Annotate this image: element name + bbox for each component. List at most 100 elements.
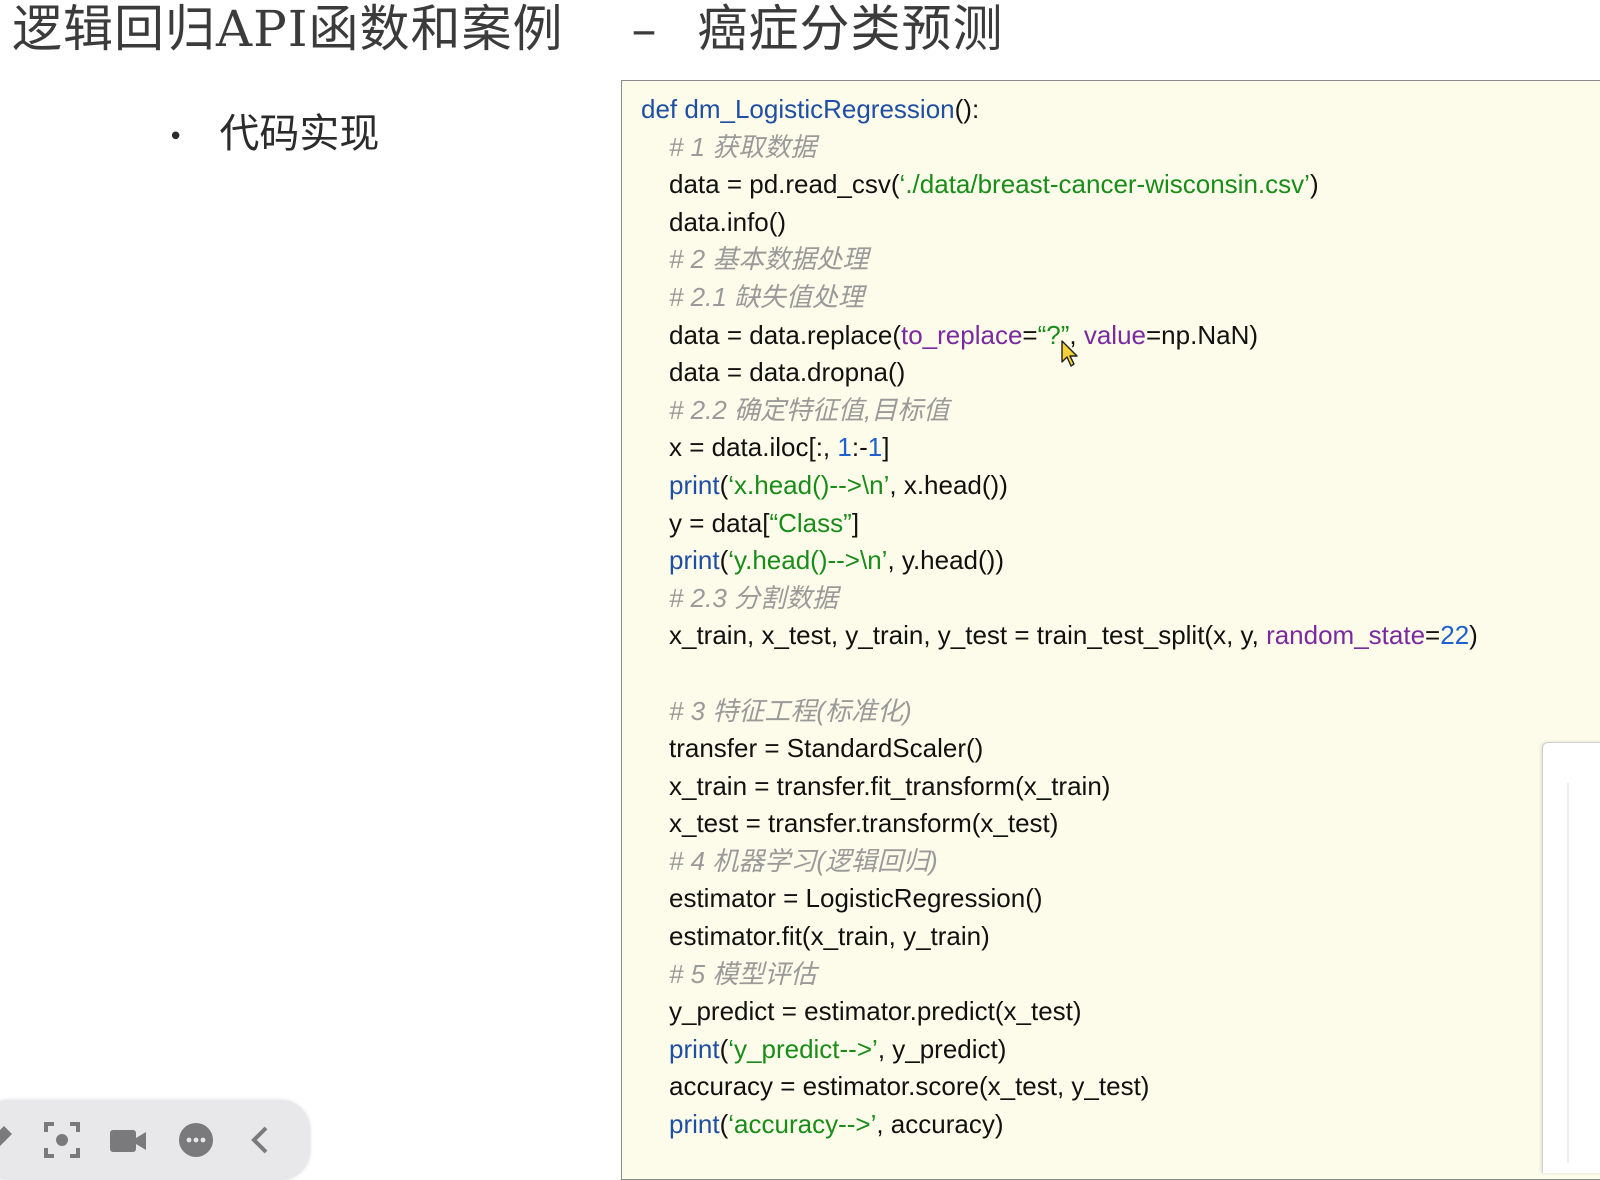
code-token: ) [1469,620,1478,651]
code-token: # 2.2 确定特征值,目标值 [669,394,950,425]
code-line: # 2 基本数据处理 [641,241,1478,279]
code-token: dm_LogisticRegression [684,94,955,124]
code-line: # 5 模型评估 [641,956,1478,994]
code-token: :- [851,432,868,463]
code-token: , y.head()) [887,545,1004,576]
code-token: 1 [867,432,883,463]
code-token: =np.NaN) [1146,319,1258,350]
code-token: ‘y.head()-->\n’ [728,545,888,576]
code-token: , x.head()) [889,469,1008,500]
code-token: ( [719,1109,729,1140]
code-line: x_train = transfer.fit_transform(x_train… [641,768,1478,806]
code-token: = [1022,319,1038,350]
code-token: “Class” [769,507,852,538]
code-line: # 3 特征工程(标准化) [641,693,1478,731]
floating-toolbar [0,1100,310,1180]
code-token: print [669,1033,720,1064]
code-line: # 2.3 分割数据 [641,580,1478,618]
code-token: 1 [837,432,852,463]
code-line: transfer = StandardScaler() [641,730,1478,768]
screenshot-icon[interactable] [42,1120,82,1160]
code-line: print(‘x.head()-->\n’, x.head()) [641,467,1478,505]
code-line: data.info() [641,204,1478,242]
code-token: ( [719,469,729,500]
code-panel: def dm_LogisticRegression(): # 1 获取数据 data… [621,80,1600,1180]
code-line: x_test = transfer.transform(x_test) [641,805,1478,843]
code-token: data.info() [669,206,787,237]
chat-icon[interactable] [176,1120,216,1160]
code-token: # 2.3 分割数据 [669,582,839,613]
code-token: # 4 机器学习(逻辑回归) [669,845,938,876]
code-token: x = data.iloc[:, [669,432,838,463]
code-token: = [1425,620,1441,651]
code-token: x_train = transfer.fit_transform(x_train… [669,770,1111,801]
code-line: y = data[“Class”] [641,505,1478,543]
code-token: print [669,545,720,576]
code-token: ) [1309,169,1319,200]
code-line: accuracy = estimator.score(x_test, y_tes… [641,1068,1478,1106]
code-token: ( [719,1033,729,1064]
collapse-icon[interactable] [242,1120,282,1160]
code-token: , y_predict) [877,1033,1007,1064]
code-line: estimator.fit(x_train, y_train) [641,918,1478,956]
code-line: def dm_LogisticRegression(): [641,91,1478,129]
code-token: # 2.1 缺失值处理 [669,281,865,312]
code-token: print [669,469,720,500]
code-token: to_replace [901,319,1023,350]
code-token: ] [851,507,860,538]
code-token: ‘x.head()-->\n’ [728,469,890,500]
code-token: , accuracy) [876,1109,1004,1140]
code-block: def dm_LogisticRegression(): # 1 获取数据 data… [641,91,1478,1144]
code-line: x_train, x_test, y_train, y_test = train… [641,617,1478,655]
code-token: ] [882,432,890,463]
code-token: ‘y_predict-->’ [728,1033,878,1064]
code-token: random_state [1266,620,1426,651]
code-line: print(‘y_predict-->’, y_predict) [641,1031,1478,1069]
pen-icon[interactable] [0,1120,18,1160]
code-line: estimator = LogisticRegression() [641,880,1478,918]
code-line: x = data.iloc[:, 1:-1] [641,429,1478,467]
code-token: y_predict = estimator.predict(x_test) [669,996,1082,1027]
bullet-item: • 代码实现 [168,108,379,163]
code-line: y_predict = estimator.predict(x_test) [641,993,1478,1031]
mouse-cursor-icon [1061,340,1078,367]
side-panel-divider [1567,783,1569,1163]
code-line: # 4 机器学习(逻辑回归) [641,843,1478,881]
code-token: x_test = transfer.transform(x_test) [669,808,1059,839]
code-token: estimator = LogisticRegression() [669,883,1043,914]
code-line: print(‘accuracy-->’, accuracy) [641,1106,1478,1144]
code-token: # 1 获取数据 [669,131,817,162]
code-token: # 5 模型评估 [669,958,817,989]
code-token: value [1083,319,1146,350]
code-token: ‘./data/breast-cancer-wisconsin.csv’ [899,169,1310,200]
code-token: def [641,94,685,124]
code-token: data = data.dropna() [669,357,906,388]
code-token: estimator.fit(x_train, y_train) [669,921,990,952]
code-token: accuracy = estimator.score(x_test, y_tes… [669,1071,1150,1102]
code-token: data = data.replace( [669,319,901,350]
code-token: # 2 基本数据处理 [669,244,869,275]
bullet-text: 代码实现 [219,111,380,157]
code-token: y = data[ [669,507,770,538]
code-token: ( [719,545,729,576]
title-main: 逻辑回归API函数和案例 [12,0,564,58]
camera-icon[interactable] [108,1120,148,1160]
code-token: # 3 特征工程(标准化) [669,695,912,726]
side-panel[interactable] [1542,742,1600,1173]
title-separator: – [631,0,658,58]
code-token: data = pd.read_csv( [669,169,900,200]
title-sub: 癌症分类预测 [697,0,1004,58]
slide-title: 逻辑回归API函数和案例 – 癌症分类预测 [12,0,1004,62]
code-token: ‘accuracy-->’ [728,1109,877,1140]
code-token: 22 [1440,620,1470,651]
code-line: data = pd.read_csv(‘./data/breast-cancer… [641,166,1478,204]
code-line: # 2.2 确定特征值,目标值 [641,392,1478,430]
bullet-dot: • [168,122,184,152]
code-line: # 1 获取数据 [641,129,1478,167]
code-token: x_train, x_test, y_train, y_test = train… [669,620,1267,651]
code-token: print [669,1109,720,1140]
code-token: (): [954,94,980,124]
code-line: # 2.1 缺失值处理 [641,279,1478,317]
code-token: transfer = StandardScaler() [669,733,984,764]
